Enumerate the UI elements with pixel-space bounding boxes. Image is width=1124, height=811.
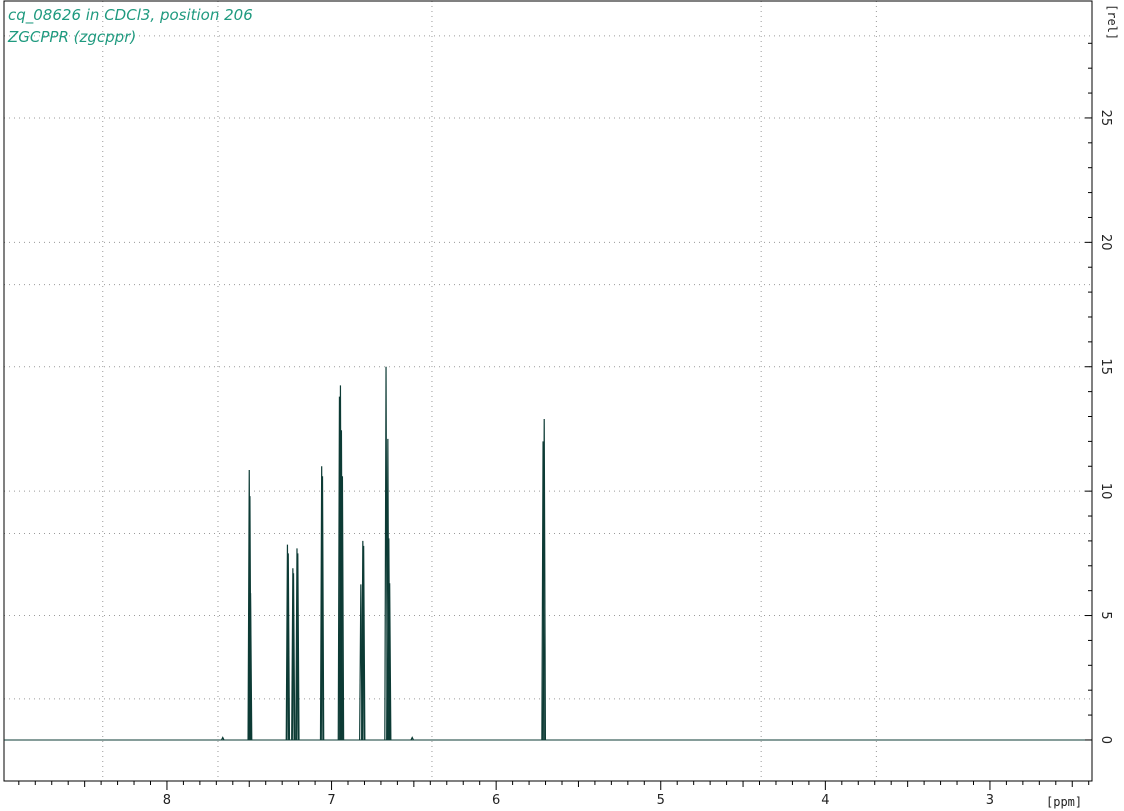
nmr-spectrum-chart: 8 7 6 5 4 3 0 5 10 15 20 25 [ppm] [rel] [3, 0, 1119, 809]
grid-lines [4, 1, 1092, 781]
y-axis-unit-label: [rel] [1105, 4, 1119, 40]
spectrum-trace [4, 366, 1092, 741]
y-tick-label: 10 [1098, 483, 1113, 500]
y-tick-label: 15 [1098, 358, 1113, 375]
x-tick-label: 6 [492, 793, 500, 808]
sample-title: cq_08626 in CDCl3, position 206 [8, 6, 253, 24]
y-tick-label: 20 [1098, 234, 1113, 251]
y-tick-label: 25 [1098, 110, 1113, 127]
plot-frame [3, 0, 1093, 782]
x-axis-unit-label: [ppm] [1046, 795, 1082, 809]
y-tick-label: 0 [1098, 736, 1113, 744]
x-axis: 8 7 6 5 4 3 [18, 781, 1090, 808]
x-tick-label: 4 [821, 793, 829, 808]
y-axis: 0 5 10 15 20 25 [1085, 42, 1113, 744]
x-tick-label: 7 [327, 793, 335, 808]
x-tick-label: 5 [657, 793, 665, 808]
pulse-program-label: ZGCPPR (zgcppr) [8, 28, 137, 46]
x-tick-label: 8 [163, 793, 171, 808]
x-tick-label: 3 [986, 793, 994, 808]
y-tick-label: 5 [1098, 611, 1113, 619]
